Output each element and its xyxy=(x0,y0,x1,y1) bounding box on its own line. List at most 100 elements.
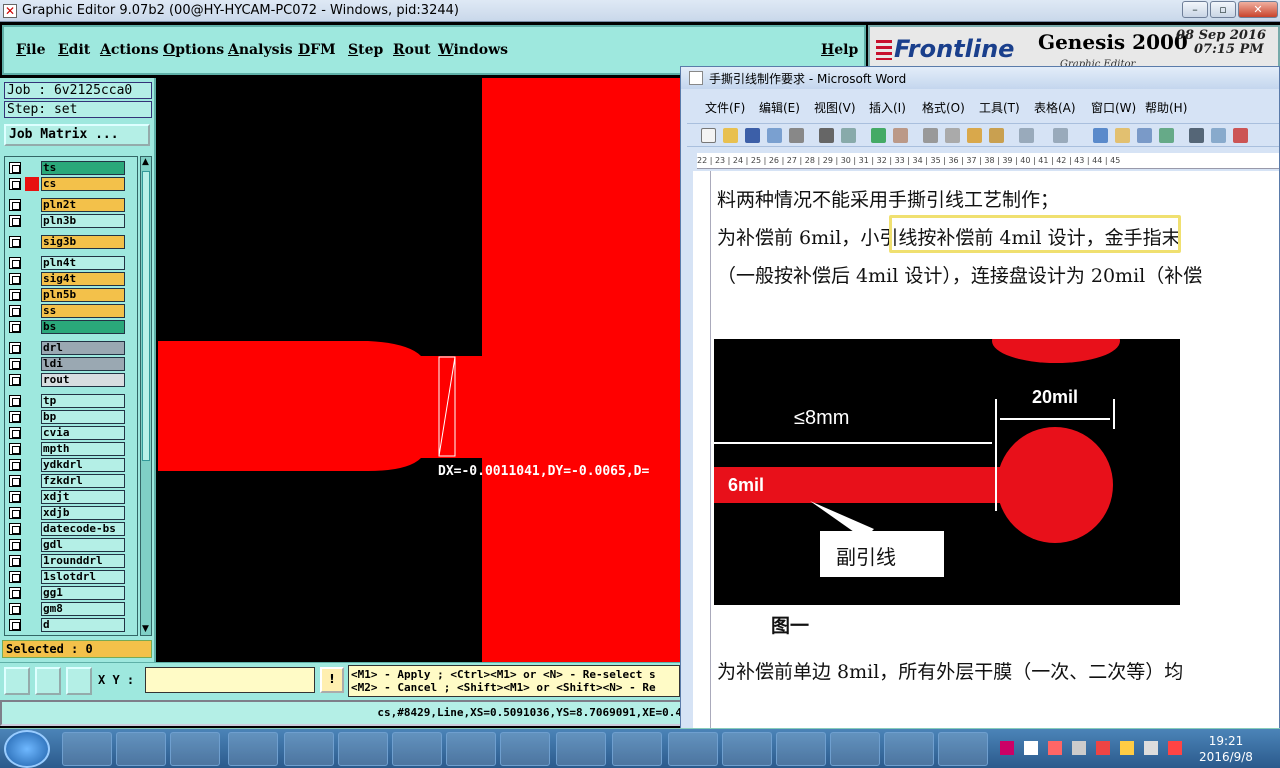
menu-rout[interactable]: Rout xyxy=(393,42,431,58)
save-icon[interactable] xyxy=(745,128,760,143)
taskbar-excel-3-icon[interactable] xyxy=(446,732,496,766)
layer-color-swatch[interactable] xyxy=(25,341,39,355)
layer-row[interactable]: ts xyxy=(7,161,127,175)
graphic-canvas[interactable]: DX=-0.0011041,DY=-0.0065,D= xyxy=(158,78,680,662)
spelling-icon[interactable] xyxy=(871,128,886,143)
layer-name[interactable]: bs xyxy=(41,320,125,334)
layer-color-swatch[interactable] xyxy=(25,235,39,249)
tray-shield-icon[interactable] xyxy=(1048,741,1062,755)
layer-name[interactable]: ts xyxy=(41,161,125,175)
taskbar-genesis-2-icon[interactable] xyxy=(722,732,772,766)
document-page[interactable]: 料两种情况不能采用手撕引线工艺制作； 为补偿前 6mil，小引线按补偿前 4mi… xyxy=(711,171,1279,731)
layer-name[interactable]: gm8 xyxy=(41,602,125,616)
layer-row[interactable]: gg1 xyxy=(7,586,127,600)
layer-checkbox[interactable] xyxy=(9,555,21,567)
tray-usb-icon[interactable] xyxy=(1120,741,1134,755)
layer-name[interactable]: cvia xyxy=(41,426,125,440)
layer-name[interactable]: bp xyxy=(41,410,125,424)
taskbar-save-icon[interactable] xyxy=(116,732,166,766)
taskbar-word-icon[interactable] xyxy=(938,732,988,766)
layer-row[interactable]: cs xyxy=(7,177,127,191)
word-menu-help[interactable]: 帮助(H) xyxy=(1145,99,1187,116)
layer-row[interactable]: d xyxy=(7,618,127,632)
document-map-icon[interactable] xyxy=(1233,128,1248,143)
layer-row[interactable]: ldi xyxy=(7,357,127,371)
layer-row[interactable]: xdjt xyxy=(7,490,127,504)
menu-actions[interactable]: Actions xyxy=(100,42,159,58)
layer-color-swatch[interactable] xyxy=(25,458,39,472)
layer-name[interactable]: drl xyxy=(41,341,125,355)
format-painter-icon[interactable] xyxy=(989,128,1004,143)
layer-name[interactable]: gg1 xyxy=(41,586,125,600)
layer-checkbox[interactable] xyxy=(9,199,21,211)
layer-name[interactable]: pln3b xyxy=(41,214,125,228)
taskbar-glass-icon[interactable] xyxy=(500,732,550,766)
word-menu-format[interactable]: 格式(O) xyxy=(922,99,965,116)
layer-name[interactable]: d xyxy=(41,618,125,632)
hyperlink-icon[interactable] xyxy=(1093,128,1108,143)
taskbar-notepad-icon[interactable] xyxy=(228,732,278,766)
print-preview-icon[interactable] xyxy=(841,128,856,143)
tray-flag-icon[interactable] xyxy=(1024,741,1038,755)
layer-checkbox[interactable] xyxy=(9,539,21,551)
layer-color-swatch[interactable] xyxy=(25,272,39,286)
layer-checkbox[interactable] xyxy=(9,321,21,333)
layer-row[interactable]: pln5b xyxy=(7,288,127,302)
layer-name[interactable]: ss xyxy=(41,304,125,318)
open-icon[interactable] xyxy=(723,128,738,143)
new-doc-icon[interactable] xyxy=(701,128,716,143)
layer-color-swatch[interactable] xyxy=(25,570,39,584)
layer-color-swatch[interactable] xyxy=(25,474,39,488)
taskbar-frontline-icon[interactable] xyxy=(556,732,606,766)
measure-tool-icon[interactable] xyxy=(35,667,61,695)
cut-icon[interactable] xyxy=(923,128,938,143)
tray-network-icon[interactable] xyxy=(1072,741,1086,755)
genesis-title-bar[interactable]: ✕ Graphic Editor 9.07b2 (00@HY-HYCAM-PC0… xyxy=(0,0,1280,22)
layer-checkbox[interactable] xyxy=(9,178,21,190)
taskbar-clock[interactable]: 19:21 2016/9/8 xyxy=(1196,733,1256,765)
layer-color-swatch[interactable] xyxy=(25,357,39,371)
menu-analysis[interactable]: Analysis xyxy=(228,42,293,58)
snap-grid-icon[interactable] xyxy=(66,667,92,695)
layer-checkbox[interactable] xyxy=(9,342,21,354)
layer-checkbox[interactable] xyxy=(9,443,21,455)
layer-color-swatch[interactable] xyxy=(25,522,39,536)
layer-checkbox[interactable] xyxy=(9,305,21,317)
layer-color-swatch[interactable] xyxy=(25,506,39,520)
layer-name[interactable]: sig4t xyxy=(41,272,125,286)
layer-checkbox[interactable] xyxy=(9,603,21,615)
layer-name[interactable]: rout xyxy=(41,373,125,387)
layer-checkbox[interactable] xyxy=(9,587,21,599)
research-icon[interactable] xyxy=(893,128,908,143)
tray-app-icon[interactable] xyxy=(1096,741,1110,755)
layer-checkbox[interactable] xyxy=(9,523,21,535)
redo-icon[interactable] xyxy=(1053,128,1068,143)
word-menu-window[interactable]: 窗口(W) xyxy=(1091,99,1136,116)
start-button[interactable] xyxy=(4,730,50,768)
layer-checkbox[interactable] xyxy=(9,257,21,269)
columns-icon[interactable] xyxy=(1189,128,1204,143)
layer-name[interactable]: fzkdrl xyxy=(41,474,125,488)
xy-input[interactable] xyxy=(145,667,315,693)
taskbar-app-shell-icon[interactable] xyxy=(62,732,112,766)
layer-name[interactable]: xdjt xyxy=(41,490,125,504)
menu-options[interactable]: Options xyxy=(163,42,224,58)
layer-checkbox[interactable] xyxy=(9,571,21,583)
menu-file[interactable]: File xyxy=(16,42,46,58)
layer-row[interactable]: bp xyxy=(7,410,127,424)
tray-x-icon[interactable] xyxy=(1000,741,1014,755)
layer-row[interactable]: 1rounddrl xyxy=(7,554,127,568)
taskbar-excel-2-icon[interactable] xyxy=(392,732,442,766)
layer-checkbox[interactable] xyxy=(9,236,21,248)
layer-color-swatch[interactable] xyxy=(25,618,39,632)
permission-icon[interactable] xyxy=(767,128,782,143)
layer-row[interactable]: mpth xyxy=(7,442,127,456)
layer-row[interactable]: bs xyxy=(7,320,127,334)
layer-checkbox[interactable] xyxy=(9,491,21,503)
minimize-button[interactable]: – xyxy=(1182,1,1208,18)
layer-row[interactable]: sig3b xyxy=(7,235,127,249)
word-menu-tools[interactable]: 工具(T) xyxy=(979,99,1020,116)
tray-volume-icon[interactable] xyxy=(1144,741,1158,755)
layer-color-swatch[interactable] xyxy=(25,394,39,408)
scroll-thumb[interactable] xyxy=(142,171,150,461)
